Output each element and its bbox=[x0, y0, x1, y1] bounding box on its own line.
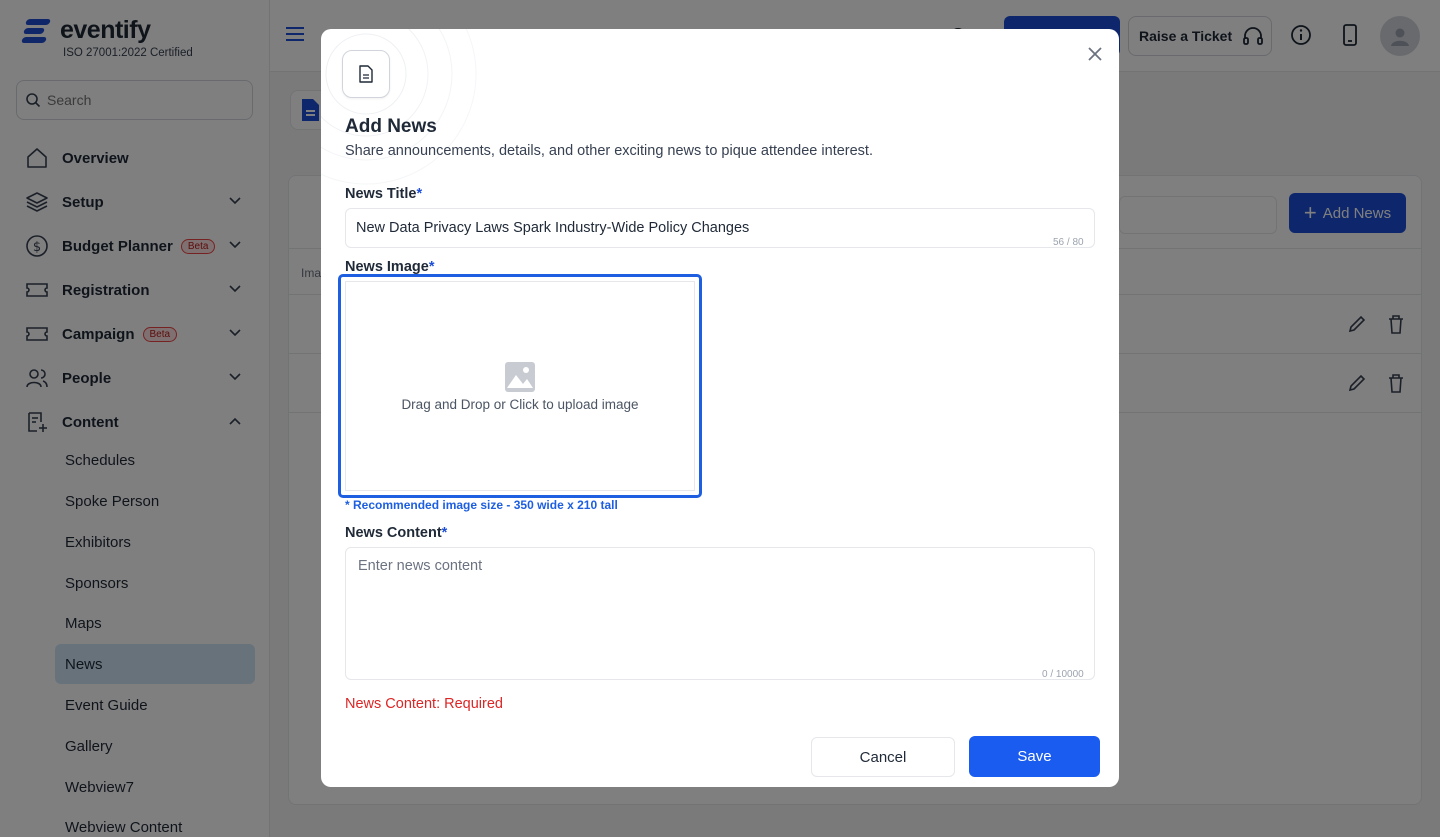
modal-header-icon bbox=[342, 50, 390, 98]
content-char-counter: 0 / 10000 bbox=[1042, 669, 1084, 680]
news-title-label: News Title* bbox=[345, 186, 423, 202]
cancel-button[interactable]: Cancel bbox=[811, 737, 955, 777]
close-icon[interactable] bbox=[1086, 45, 1104, 63]
news-content-label: News Content* bbox=[345, 525, 448, 541]
news-title-input[interactable]: New Data Privacy Laws Spark Industry-Wid… bbox=[345, 208, 1095, 248]
news-content-textarea[interactable]: Enter news content bbox=[345, 547, 1095, 680]
image-placeholder-icon bbox=[505, 361, 535, 392]
news-image-label: News Image* bbox=[345, 259, 435, 275]
file-text-icon bbox=[359, 65, 373, 83]
add-news-modal: Add News Share announcements, details, a… bbox=[321, 29, 1119, 787]
news-title-value: New Data Privacy Laws Spark Industry-Wid… bbox=[356, 220, 750, 236]
news-content-placeholder: Enter news content bbox=[358, 558, 483, 574]
required-mark: * bbox=[416, 186, 423, 202]
required-mark: * bbox=[441, 525, 448, 541]
required-mark: * bbox=[428, 259, 435, 275]
modal-subtitle: Share announcements, details, and other … bbox=[345, 143, 873, 159]
image-upload-dropzone[interactable]: Drag and Drop or Click to upload image bbox=[338, 274, 702, 498]
save-button[interactable]: Save bbox=[969, 736, 1100, 777]
upload-instruction: Drag and Drop or Click to upload image bbox=[401, 396, 639, 412]
modal-title: Add News bbox=[345, 116, 437, 137]
content-error-message: News Content: Required bbox=[345, 696, 503, 712]
image-size-hint: * Recommended image size - 350 wide x 21… bbox=[345, 498, 618, 512]
title-char-counter: 56 / 80 bbox=[1053, 237, 1084, 248]
